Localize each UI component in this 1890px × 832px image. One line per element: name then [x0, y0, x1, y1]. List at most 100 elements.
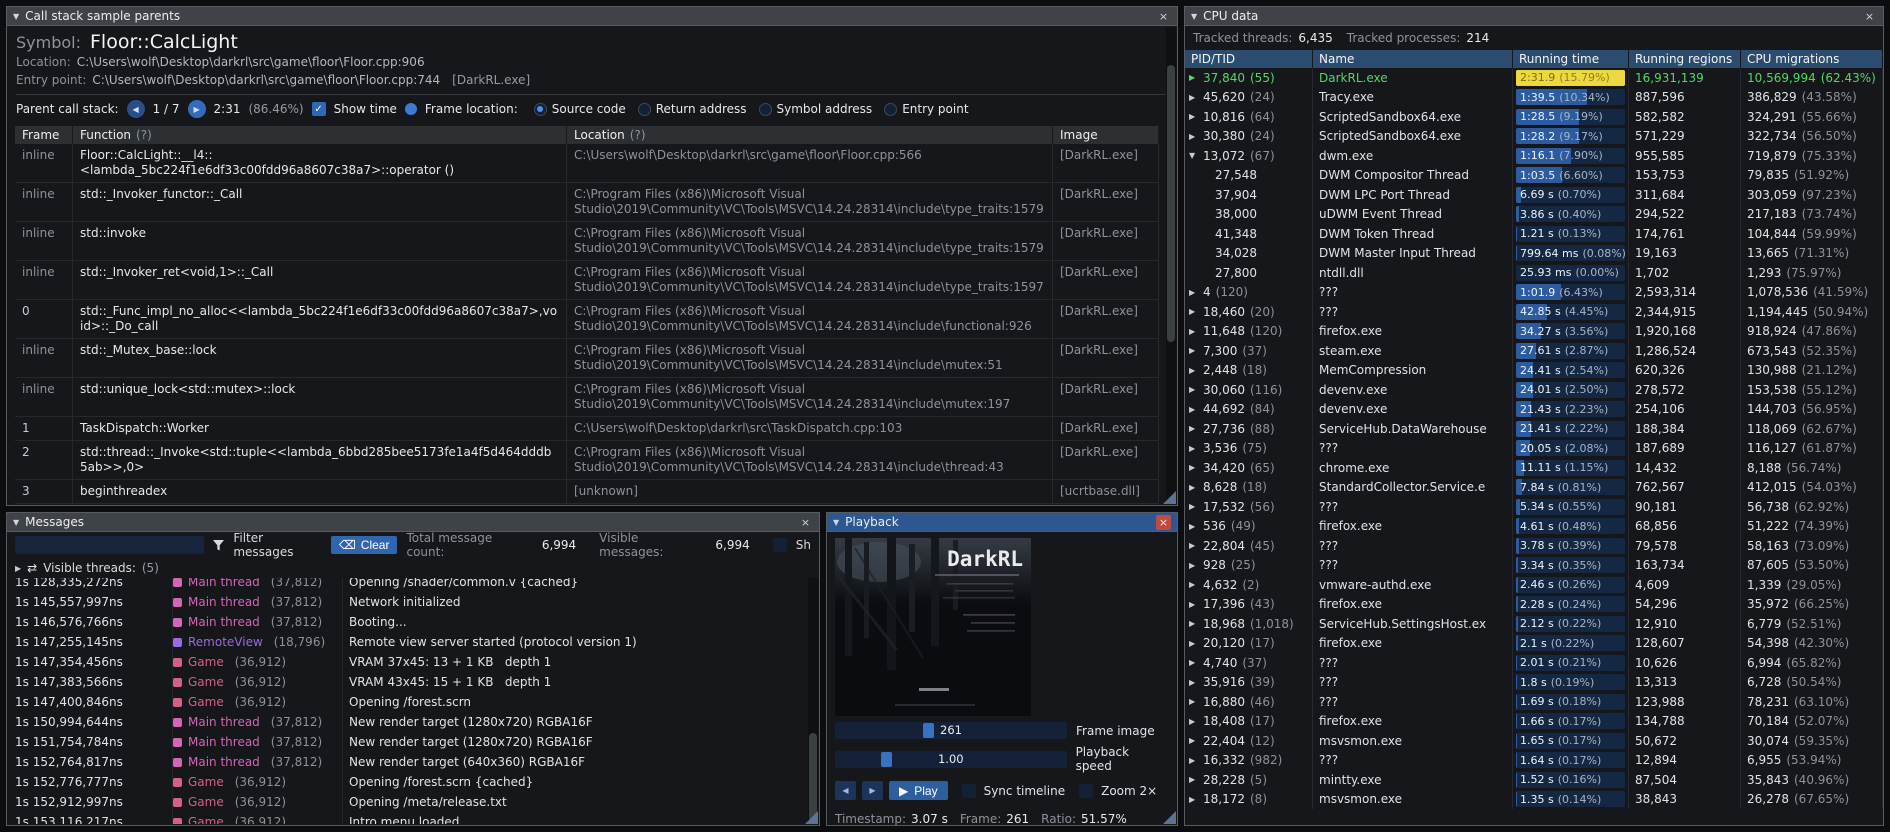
messages-option-checkbox[interactable] [772, 538, 787, 552]
cpu-row[interactable]: 27,800 ntdll.dll 25.93 ms (0.00%) 1,702 1,293… [1185, 263, 1883, 283]
cpu-row[interactable]: ▶ 30,060 (116) devenv.exe 24.01 s (2.50%) 278,… [1185, 380, 1883, 400]
step-back-button[interactable]: ◀ [835, 781, 856, 800]
cpu-row[interactable]: ▶ 35,916 (39)??? 1.8 s (0.19%) 13,313 6,728 (50… [1185, 672, 1883, 692]
cpu-titlebar[interactable]: ▼ CPU data × [1185, 7, 1883, 26]
cpu-row[interactable]: ▶ 4,740 (37)??? 2.01 s (0.21%) 10,626 6,994 (65… [1185, 653, 1883, 673]
expand-arrow-icon[interactable]: ▶ [1189, 444, 1203, 453]
show-time-checkbox[interactable]: ✓ [311, 102, 326, 116]
message-row[interactable]: 1s 151,754,784ns Main thread (37,812) New r… [7, 732, 807, 752]
next-callstack-button[interactable]: ▶ [187, 100, 206, 118]
collapse-arrow-icon[interactable]: ▼ [1191, 12, 1197, 21]
cpu-row[interactable]: ▶ 3,536 (75)??? 20.05 s (2.08%) 187,689 116,12… [1185, 438, 1883, 458]
table-row[interactable]: inline std::invoke C:\Program Files (x86)\… [15, 222, 1159, 261]
cpu-row[interactable]: 41,348 DWM Token Thread 1.21 s (0.13%) 174,7… [1185, 224, 1883, 244]
expand-arrow-icon[interactable]: ▶ [1189, 795, 1203, 804]
cpu-row[interactable]: ▶ 10,816 (64) ScriptedSandbox64.exe 1:28.5 (9… [1185, 107, 1883, 127]
cpu-row[interactable]: ▶ 11,648 (120) firefox.exe 34.27 s (3.56%) 1,9… [1185, 321, 1883, 341]
messages-scrollbar[interactable] [808, 578, 818, 824]
radio-icon[interactable] [637, 102, 651, 116]
expand-arrow-icon[interactable]: ▶ [1189, 424, 1203, 433]
cpu-row[interactable]: ▶ 18,460 (20)??? 42.85 s (4.45%) 2,344,915 1,1… [1185, 302, 1883, 322]
playback-speed-slider[interactable]: 1.00 [835, 750, 1067, 768]
cpu-row[interactable]: ▶ 17,396 (43) firefox.exe 2.28 s (0.24%) 54,29… [1185, 594, 1883, 614]
cpu-row[interactable]: ▶ 16,880 (46)??? 1.69 s (0.18%) 123,988 78,231… [1185, 692, 1883, 712]
playback-titlebar[interactable]: ▼ Playback × [827, 513, 1177, 532]
cpu-row[interactable]: ▶ 27,736 (88) ServiceHub.DataWarehouse 21.41… [1185, 419, 1883, 439]
resize-grip-icon[interactable] [805, 811, 818, 824]
entry-point-value[interactable]: C:\Users\wolf\Desktop\darkrl\src\game\fl… [92, 73, 440, 87]
message-row[interactable]: 1s 147,400,846ns Game (36,912) Opening /for… [7, 692, 807, 712]
message-row[interactable]: 1s 128,335,272ns Main thread (37,812) Openi… [7, 578, 807, 592]
cpu-row[interactable]: 37,904 DWM LPC Port Thread 6.69 s (0.70%) 31… [1185, 185, 1883, 205]
column-header-location[interactable]: Location (?) [567, 126, 1053, 144]
message-row[interactable]: 1s 147,255,145ns RemoteView (18,796) Remote… [7, 632, 807, 652]
message-row[interactable]: 1s 147,383,566ns Game (36,912) VRAM 43x45: … [7, 672, 807, 692]
cpu-row[interactable]: ▶ 28,228 (5) mintty.exe 1.52 s (0.16%) 87,504 3… [1185, 770, 1883, 790]
column-header-image[interactable]: Image [1053, 126, 1159, 144]
expand-arrow-icon[interactable]: ▶ [1189, 346, 1203, 355]
cpu-row[interactable]: ▶ 30,380 (24) ScriptedSandbox64.exe 1:28.2 (9… [1185, 126, 1883, 146]
cpu-row[interactable]: ▶ 16,332 (982)??? 1.64 s (0.17%) 12,894 6,955(… [1185, 750, 1883, 770]
cpu-row[interactable]: ▶ 18,968 (1,018) ServiceHub.SettingsHost.ex… [1185, 614, 1883, 634]
clear-button[interactable]: ⌫ Clear [330, 536, 398, 554]
radio-entry-point[interactable]: Entry point [884, 102, 969, 116]
location-value[interactable]: C:\Users\wolf\Desktop\darkrl\src\game\fl… [77, 55, 425, 69]
close-icon[interactable]: × [1862, 9, 1877, 24]
zoom-2x-checkbox[interactable] [1079, 783, 1094, 798]
sync-timeline-checkbox[interactable] [961, 783, 976, 798]
play-button[interactable]: ▶ Play [889, 781, 948, 800]
table-row[interactable]: inline std::_Invoker_functor::_Call C:\Pro… [15, 183, 1159, 222]
radio-symbol-address[interactable]: Symbol address [758, 102, 872, 116]
expand-arrow-icon[interactable]: ▶ [1189, 736, 1203, 745]
cpu-row[interactable]: ▶ 2,448 (18) MemCompression 24.41 s (2.54%) 62… [1185, 360, 1883, 380]
message-row[interactable]: 1s 150,994,644ns Main thread (37,812) New r… [7, 712, 807, 732]
expand-arrow-icon[interactable]: ▶ [1189, 112, 1203, 121]
column-header-running-time[interactable]: Running time [1513, 50, 1629, 68]
cpu-row[interactable]: ▶ 37,840 (55) DarkRL.exe 2:31.9 (15.79%) 16,93… [1185, 68, 1883, 88]
cpu-row[interactable]: 27,548 DWM Compositor Thread 1:03.5 (6.60%)… [1185, 165, 1883, 185]
cpu-row[interactable]: ▶ 8,628 (18) StandardCollector.Service.e 7.8… [1185, 477, 1883, 497]
cpu-row[interactable]: 34,028 DWM Master Input Thread 799.64 ms (0… [1185, 243, 1883, 263]
resize-grip-icon[interactable] [1163, 811, 1176, 824]
close-icon[interactable]: × [1156, 514, 1171, 530]
expand-arrow-icon[interactable]: ▶ [1189, 697, 1203, 706]
expand-arrow-icon[interactable]: ▶ [1189, 307, 1203, 316]
cpu-row[interactable]: ▶ 20,120 (17) firefox.exe 2.1 s (0.22%) 128,60… [1185, 633, 1883, 653]
expand-arrow-icon[interactable]: ▶ [1189, 658, 1203, 667]
collapse-arrow-icon[interactable]: ▼ [13, 518, 19, 527]
expand-arrow-icon[interactable]: ▶ [1189, 717, 1203, 726]
cpu-row[interactable]: ▶ 17,532 (56)??? 5.34 s (0.55%) 90,181 56,738(… [1185, 497, 1883, 517]
resize-grip-icon[interactable] [1163, 491, 1176, 504]
cpu-row[interactable]: ▶ 18,408 (17) firefox.exe 1.66 s (0.17%) 134,7… [1185, 711, 1883, 731]
expand-arrow-icon[interactable]: ▶ [1189, 678, 1203, 687]
table-row[interactable]: inline std::unique_lock<std::mutex>::lock… [15, 378, 1159, 417]
cpu-row[interactable]: ▼ 13,072 (67) dwm.exe 1:16.1 (7.90%) 955,585 71… [1185, 146, 1883, 166]
column-header-pid[interactable]: PID/TID [1185, 50, 1313, 68]
message-row[interactable]: 1s 147,354,456ns Game (36,912) VRAM 37x45: … [7, 652, 807, 672]
cpu-row[interactable]: ▶ 22,804 (45)??? 3.78 s (0.39%) 79,578 58,163(… [1185, 536, 1883, 556]
frame-image-slider[interactable]: 261 [835, 722, 1067, 739]
cpu-row[interactable]: ▶ 18,172 (8) msvsmon.exe 1.35 s (0.14%) 38,843… [1185, 789, 1883, 809]
message-row[interactable]: 1s 152,764,817ns Main thread (37,812) New r… [7, 752, 807, 772]
table-row[interactable]: 2 std::thread::_Invoke<std::tuple<<lambda… [15, 441, 1159, 480]
table-row[interactable]: 3 beginthreadex [unknown] [ucrtbase.dll] [15, 480, 1159, 504]
expand-arrow-icon[interactable]: ▶ [1189, 522, 1203, 531]
table-row[interactable]: inline std::_Mutex_base::lock C:\Program F… [15, 339, 1159, 378]
expand-arrow-icon[interactable]: ▶ [1189, 502, 1203, 511]
callstack-scrollbar[interactable] [1166, 27, 1176, 504]
radio-icon[interactable] [758, 102, 772, 116]
message-row[interactable]: 1s 152,776,777ns Game (36,912) Opening /for… [7, 772, 807, 792]
expand-arrow-icon[interactable]: ▶ [1189, 288, 1203, 297]
expand-arrow-icon[interactable]: ▼ [1189, 151, 1203, 160]
message-row[interactable]: 1s 152,912,997ns Game (36,912) Opening /met… [7, 792, 807, 812]
expand-arrow-icon[interactable]: ▶ [1189, 600, 1203, 609]
cpu-row[interactable]: ▶ 4,632 (2) vmware-authd.exe 2.46 s (0.26%) 4,… [1185, 575, 1883, 595]
table-row[interactable]: inline Floor::CalcLight::__l4::<lambda_5b… [15, 144, 1159, 183]
close-icon[interactable]: × [798, 515, 813, 530]
cpu-row[interactable]: 38,000 uDWM Event Thread 3.86 s (0.40%) 294,… [1185, 204, 1883, 224]
messages-titlebar[interactable]: ▼ Messages × [7, 513, 819, 532]
cpu-row[interactable]: ▶ 34,420 (65) chrome.exe 11.11 s (1.15%) 14,43… [1185, 458, 1883, 478]
expand-arrow-icon[interactable]: ▶ [1189, 639, 1203, 648]
radio-return-address[interactable]: Return address [637, 102, 747, 116]
table-row[interactable]: 0 std::_Func_impl_no_alloc<<lambda_5bc224… [15, 300, 1159, 339]
